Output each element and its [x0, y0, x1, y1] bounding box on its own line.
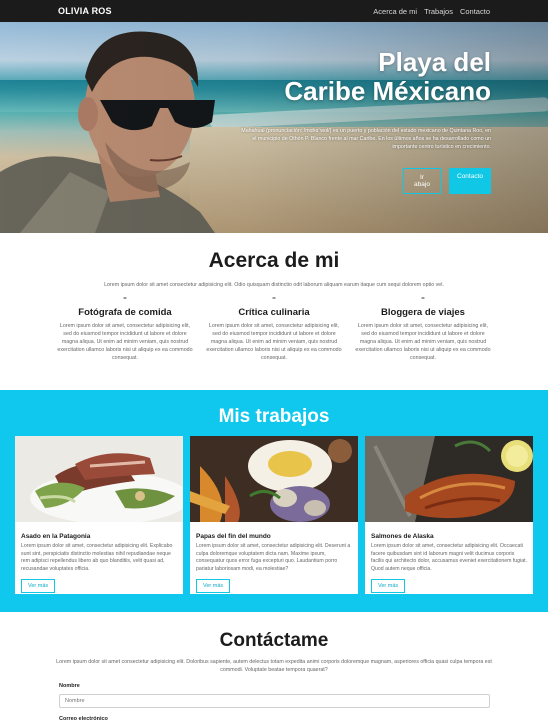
see-more-button[interactable]: Ver más — [196, 579, 231, 594]
nav-links: Acerca de mi Trabajos Contacto — [373, 7, 490, 16]
see-more-button[interactable]: Ver más — [371, 579, 406, 594]
scroll-down-button[interactable]: Ir abajo — [403, 168, 441, 194]
works-cards: Asado en la Patagonia Lorem ipsum dolor … — [15, 436, 533, 594]
column-title: Fotógrafa de comida — [78, 307, 172, 318]
about-columns: = Fotógrafa de comida Lorem ipsum dolor … — [55, 295, 493, 362]
work-card-text: Lorem ipsum dolor sit amet, consectetur … — [21, 543, 173, 572]
contact-lead: Lorem ipsum dolor sit amet consectetur a… — [56, 659, 492, 673]
nav-link-acerca[interactable]: Acerca de mi — [373, 7, 417, 16]
work-card: Papas del fin del mundo Lorem ipsum dolo… — [190, 436, 358, 594]
nav-link-contacto[interactable]: Contacto — [460, 7, 490, 16]
column-text: Lorem ipsum dolor sit amet, consectetur … — [355, 323, 491, 361]
name-input[interactable] — [59, 694, 490, 708]
contact-button[interactable]: Contacto — [449, 168, 491, 194]
hero-section: Playa del Caribe Méxicano Mahahual (pron… — [0, 22, 548, 233]
email-label: Correo electrónico — [59, 716, 108, 722]
nav-link-trabajos[interactable]: Trabajos — [424, 7, 453, 16]
works-section: Mis trabajos Asado en la Patagonia Lorem… — [0, 390, 548, 612]
column-marker: = — [123, 296, 127, 302]
work-card-title: Salmones de Alaska — [371, 533, 434, 540]
works-title: Mis trabajos — [218, 406, 330, 427]
about-section: Acerca de mi Lorem ipsum dolor sit amet … — [0, 233, 548, 390]
column-marker: = — [272, 296, 276, 302]
column-marker: = — [421, 296, 425, 302]
name-label: Nombre — [59, 683, 80, 689]
column-title: Bloggera de viajes — [381, 307, 465, 318]
work-image-potatoes — [190, 436, 358, 522]
work-card-text: Lorem ipsum dolor sit amet, consectetur … — [371, 543, 527, 572]
work-image-steak — [15, 436, 190, 524]
work-card: Salmones de Alaska Lorem ipsum dolor sit… — [365, 436, 533, 594]
work-card: Asado en la Patagonia Lorem ipsum dolor … — [15, 436, 190, 594]
about-column: = Fotógrafa de comida Lorem ipsum dolor … — [55, 295, 195, 362]
work-image-salmon — [365, 436, 533, 522]
column-title: Crítica culinaria — [238, 307, 310, 318]
about-lead: Lorem ipsum dolor sit amet consectetur a… — [104, 282, 444, 288]
work-card-title: Papas del fin del mundo — [196, 533, 271, 540]
work-card-text: Lorem ipsum dolor sit amet, consectetur … — [196, 543, 351, 572]
about-column: = Crítica culinaria Lorem ipsum dolor si… — [204, 295, 344, 362]
navbar: OLIVIA ROS Acerca de mi Trabajos Contact… — [0, 0, 548, 22]
hero-title: Playa del Caribe Méxicano — [231, 48, 491, 106]
column-text: Lorem ipsum dolor sit amet, consectetur … — [206, 323, 342, 361]
hero-title-line1: Playa del — [378, 47, 491, 77]
brand-logo[interactable]: OLIVIA ROS — [58, 6, 112, 16]
about-column: = Bloggera de viajes Lorem ipsum dolor s… — [353, 295, 493, 362]
hero-title-line2: Caribe Méxicano — [284, 76, 491, 106]
work-card-title: Asado en la Patagonia — [21, 533, 91, 540]
see-more-button[interactable]: Ver más — [21, 579, 56, 594]
hero-description: Mahahual (pronunciación: /mɑhɑˈwɑl/) es … — [241, 128, 491, 150]
about-title: Acerca de mi — [208, 249, 340, 272]
contact-section: Contáctame Lorem ipsum dolor sit amet co… — [0, 612, 548, 727]
contact-title: Contáctame — [219, 630, 329, 651]
hero-buttons: Ir abajo Contacto — [403, 168, 491, 194]
column-text: Lorem ipsum dolor sit amet, consectetur … — [57, 323, 193, 361]
